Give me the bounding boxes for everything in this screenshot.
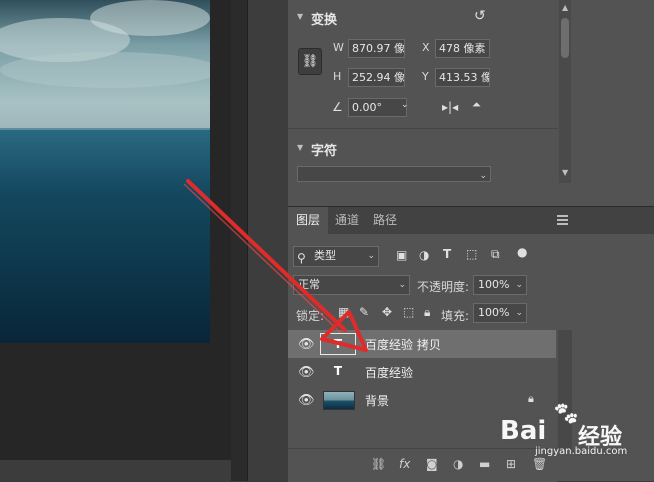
lock-position-icon[interactable]: ✥ [382,305,392,319]
pixel-filter-icon[interactable]: ▣ [396,248,407,262]
text-layer-thumbnail: T [333,364,343,378]
type-filter-icon[interactable]: T [443,247,451,261]
adjustment-filter-icon[interactable]: ◑ [419,248,429,262]
group-folder-icon[interactable]: ▬ [479,457,490,471]
canvas-image [0,0,210,343]
angle-dropdown-icon[interactable]: ⌄ [401,100,409,110]
layers-tabbar: 图层 通道 路径 [288,206,654,234]
section-divider [288,128,558,129]
reset-transform-icon[interactable]: ↺ [474,8,486,24]
opacity-value: 100% [478,278,510,291]
h-label: H [333,70,342,83]
baidu-watermark: Bai 🐾︎ 经验 jingyan.baidu.com [500,402,654,472]
smart-object-filter-icon[interactable]: ⧉ [491,247,500,262]
angle-icon: ∠ [332,100,343,114]
x-field[interactable]: 478 像素 [435,39,490,58]
layer-name[interactable]: 背景 [365,392,389,409]
lock-transparent-icon[interactable]: ▦ [338,305,349,319]
collapse-character-icon[interactable]: ▼ [297,143,303,152]
filter-kind-dropdown[interactable]: ⚲ 类型 ⌄ [293,246,379,267]
opacity-label: 不透明度: [417,280,470,294]
layer-name[interactable]: 百度经验 拷贝 [365,336,441,353]
filter-kind-label: 类型 [314,249,336,262]
fill-value: 100% [478,306,510,319]
background-layer-thumbnail [323,391,355,410]
collapse-transform-icon[interactable]: ▼ [297,12,303,21]
panel-menu-icon[interactable] [557,215,568,227]
search-icon: ⚲ [297,251,306,265]
visibility-eye-icon[interactable]: 👁︎ [298,393,315,408]
filter-toggle-icon[interactable]: ● [517,245,527,259]
flip-horizontal-icon[interactable]: ▸|◂ [442,100,458,114]
mask-icon[interactable]: ◙ [426,457,438,471]
angle-field[interactable]: 0.00° [348,98,407,117]
link-icon[interactable]: ⛓ [371,457,386,471]
chevron-down-icon: ⌄ [479,171,487,181]
lock-label: 锁定: [296,309,325,323]
opacity-field[interactable]: 100% ⌄ [473,275,527,295]
tab-channels[interactable]: 通道 [328,207,366,234]
link-dimensions-icon[interactable]: ⛓ [298,48,322,75]
layer-row-text[interactable]: 👁︎ T 百度经验 [288,358,556,386]
x-label: X [422,41,430,54]
transform-title: 变换 [311,13,338,28]
lock-artboard-icon[interactable]: ⬚ [403,305,414,319]
fill-label: 填充: [441,309,470,323]
chevron-down-icon: ⌄ [515,308,523,318]
adjustment-icon[interactable]: ◑ [453,457,463,471]
lock-all-icon[interactable]: 🔒︎ [424,305,430,320]
watermark-brand: Bai [500,416,547,446]
scroll-down-icon[interactable]: ▼ [562,168,568,177]
tab-layers[interactable]: 图层 [288,207,328,234]
lock-image-icon[interactable]: ✎ [359,305,369,319]
layer-name[interactable]: 百度经验 [365,364,413,381]
visibility-eye-icon[interactable]: 👁︎ [298,365,315,380]
canvas-scroll-strip [0,460,245,481]
canvas-gutter [231,0,247,481]
blend-mode-dropdown[interactable]: 正常 ⌄ [293,275,410,295]
angle-value: 0.00° [352,101,382,114]
y-label: Y [422,70,429,83]
visibility-eye-icon[interactable]: 👁︎ [298,337,315,352]
panel-dock-column [247,0,288,481]
canvas-area[interactable] [0,0,231,481]
text-layer-thumbnail: T [320,333,356,355]
chevron-down-icon: ⌄ [515,280,523,290]
chevron-down-icon: ⌄ [398,280,406,290]
blend-mode-value: 正常 [298,278,320,291]
scroll-thumb[interactable] [561,18,569,58]
properties-scrollbar[interactable]: ▲ ▼ [559,0,571,183]
font-family-dropdown[interactable]: ⌄ [297,166,491,182]
watermark-url: jingyan.baidu.com [535,446,628,457]
shape-filter-icon[interactable]: ⬚ [466,247,477,261]
fx-icon[interactable]: fx [399,457,410,471]
y-field[interactable]: 413.53 像 [435,68,490,87]
w-label: W [333,41,344,54]
fill-field[interactable]: 100% ⌄ [473,303,527,323]
tab-paths[interactable]: 路径 [366,207,404,234]
width-field[interactable]: 870.97 像 [348,39,405,58]
height-field[interactable]: 252.94 像 [348,68,405,87]
scroll-up-icon[interactable]: ▲ [562,3,568,12]
paw-logo-icon: 🐾︎ [552,402,580,427]
chevron-down-icon: ⌄ [367,251,375,261]
layer-row-copy[interactable]: 👁︎ T 百度经验 拷贝 [288,330,556,358]
properties-panel: ▼ 变换 ↺ ⛓ W 870.97 像 X 478 像素 H 252.94 像 … [288,0,558,182]
character-title: 字符 [311,144,338,159]
flip-vertical-icon[interactable]: ⏶ [472,98,481,112]
